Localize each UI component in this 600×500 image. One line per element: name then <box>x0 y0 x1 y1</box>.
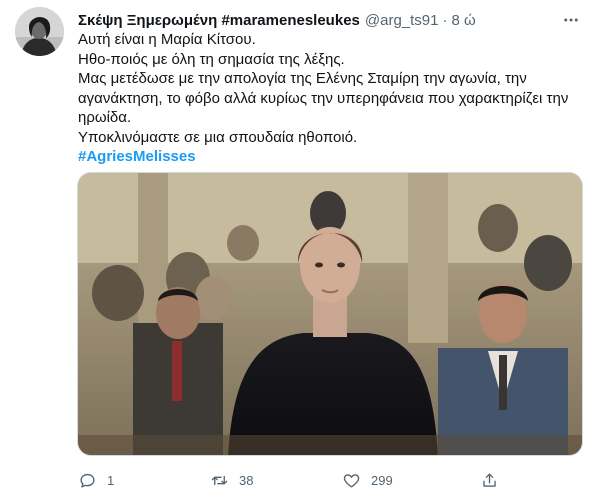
tweet-line: Υποκλινόμαστε σε μια σπουδαία ηθοποιό. <box>78 128 358 146</box>
tweet-actions: 1 38 299 <box>78 469 518 491</box>
hashtag-link[interactable]: #AgriesMelisses <box>78 147 583 167</box>
retweet-icon <box>211 475 228 485</box>
timestamp[interactable]: 8 ώ <box>451 12 475 29</box>
share-button[interactable] <box>480 471 499 490</box>
reply-button[interactable]: 1 <box>78 471 114 490</box>
user-handle[interactable]: @arg_ts91 <box>365 12 439 29</box>
share-icon <box>483 472 496 487</box>
retweet-count: 38 <box>239 472 254 488</box>
more-dots-icon <box>564 18 578 22</box>
tweet[interactable]: Σκέψη Ξημερωμένη #maramenesleukes @arg_t… <box>0 0 600 500</box>
separator-dot: · <box>442 11 448 29</box>
reply-count: 1 <box>107 472 115 488</box>
avatar[interactable] <box>15 7 64 56</box>
reply-icon <box>80 473 95 488</box>
tweet-media[interactable] <box>77 172 583 456</box>
display-name[interactable]: Σκέψη Ξημερωμένη #maramenesleukes <box>78 12 360 29</box>
tweet-header: Σκέψη Ξημερωμένη #maramenesleukes @arg_t… <box>78 10 584 30</box>
heart-icon <box>343 473 360 488</box>
like-count: 299 <box>371 472 393 488</box>
tweet-line: Ηθο-ποιός με όλη τη σημασία της λέξης. <box>78 50 345 68</box>
more-options-button[interactable] <box>560 9 582 31</box>
avatar-image <box>15 7 64 56</box>
like-button[interactable]: 299 <box>342 471 393 490</box>
courtroom-photo <box>78 173 582 455</box>
retweet-button[interactable]: 38 <box>210 471 253 490</box>
tweet-line: Μας μετέδωσε με την απολογία της Ελένης … <box>78 70 569 126</box>
tweet-line: Αυτή είναι η Μαρία Κίτσου. <box>78 31 256 48</box>
tweet-text: Αυτή είναι η Μαρία Κίτσου. Ηθο-ποιός με … <box>78 30 583 167</box>
